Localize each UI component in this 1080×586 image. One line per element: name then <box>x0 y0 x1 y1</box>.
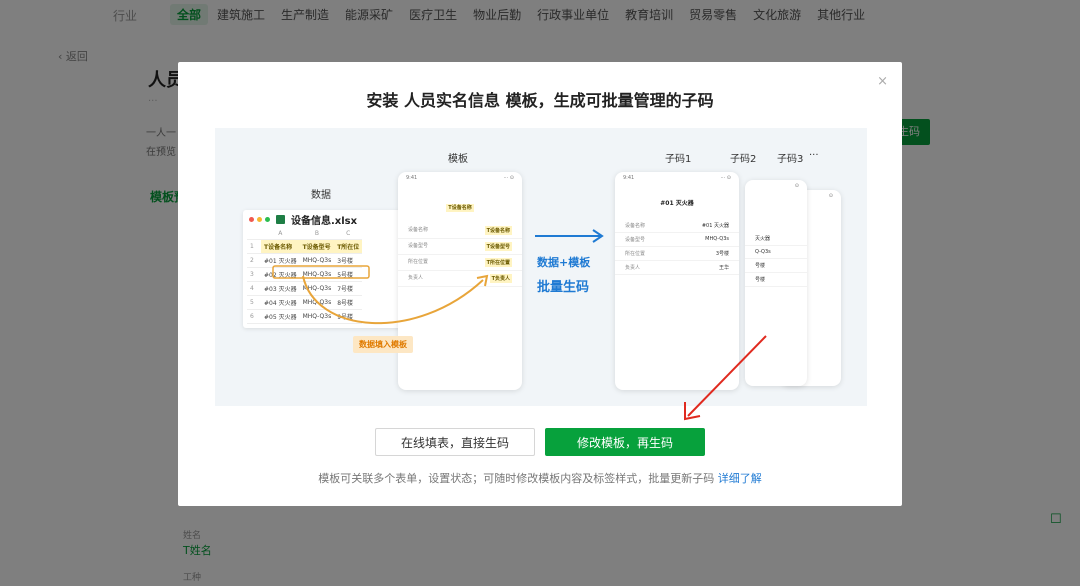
fill-form-button[interactable]: 在线填表，直接生码 <box>375 428 535 456</box>
modal-description: 模板可关联多个表单，设置状态；可随时修改模板内容及标签样式，批量更新子码 详细了… <box>318 472 762 485</box>
arrow-text-1: 数据+模板 <box>537 256 591 269</box>
install-template-modal: × 安装 人员实名信息 模板，生成可批量管理的子码 数据 模板 子码1 子码2 … <box>178 62 902 506</box>
arrow-text-2: 批量生码 <box>537 280 590 295</box>
subcode-field-row: 所在位置 3号楼 <box>615 247 739 261</box>
subcode-field-row: 设备型号 MHQ-Q3s <box>615 233 739 247</box>
subcode-title: #01 灭火器 <box>660 200 694 207</box>
red-arrow <box>684 335 767 421</box>
learn-more-link[interactable]: 详细了解 <box>718 472 762 485</box>
fill-template-badge: 数据填入模板 <box>353 336 413 353</box>
subcode-field-row: 设备名称 #01 灭火器 <box>615 219 739 233</box>
subcode-field-row: 负责人 王华 <box>615 261 739 275</box>
edit-template-button[interactable]: 修改模板，再生码 <box>545 428 705 456</box>
action-buttons: 在线填表，直接生码 修改模板，再生码 <box>375 428 705 456</box>
modal-title: 安装 人员实名信息 模板，生成可批量管理的子码 <box>366 91 714 110</box>
